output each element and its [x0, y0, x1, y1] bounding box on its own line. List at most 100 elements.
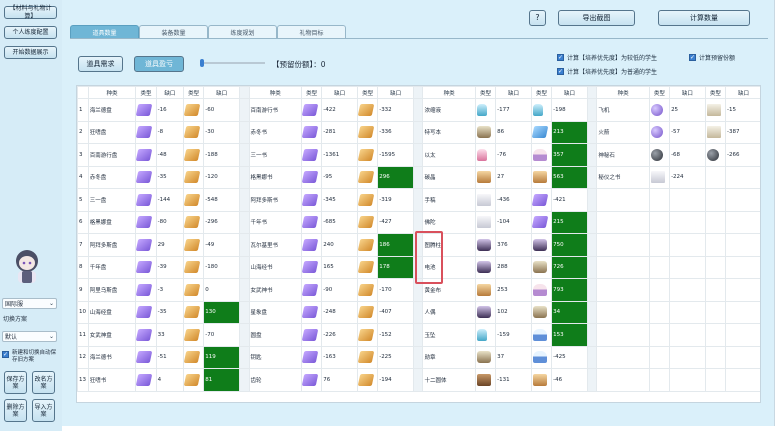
item-name: 以太 — [422, 143, 476, 167]
icon-cell — [135, 210, 157, 234]
item-name: 玉坠 — [422, 323, 476, 347]
material-small-icon — [476, 283, 491, 296]
data-display-button[interactable]: 开始数据展示 — [4, 46, 57, 59]
icon-cell — [474, 300, 497, 324]
icon-cell — [648, 120, 671, 144]
shortfall-value — [725, 210, 760, 234]
table-row[interactable]: 11 女武神盘 33 -70 圆盘 -226 -152 玉坠 -159 153 — [77, 323, 760, 347]
prop-demand-button[interactable]: 道具需求 — [78, 56, 123, 72]
material-gift-calc-button[interactable]: 【材料与礼物计算】 — [4, 5, 57, 20]
shortfall-value — [669, 345, 706, 369]
table-row[interactable]: 1 海兰德盘 -16 -60 百南游行书 -422 -332 浓缩液 -177 -198 飞机 25-… — [77, 98, 760, 122]
checkbox-checked-icon[interactable]: ✓ — [557, 68, 564, 75]
icon-cell — [648, 255, 671, 279]
table-row[interactable]: 2 狂嗜盘 -8 -30 赤冬书 -281 -336 特写本 86 213 火箭 -57 -387 — [77, 120, 760, 144]
tab-gift-target[interactable]: 礼物目标 — [277, 25, 346, 38]
icon-cell — [704, 143, 727, 167]
slider-handle[interactable] — [200, 59, 204, 67]
shortfall-value — [725, 165, 760, 189]
prop-surplus-button[interactable]: 道具盈亏 — [134, 56, 184, 72]
icon-cell — [356, 255, 379, 279]
table-row[interactable]: 10 山海经盘 -35 130 星象盘 -248 -407 人偶 102 34 — [77, 300, 760, 324]
calc-low-priority-option[interactable]: ✓ 计算【培养优先度】为较低的学生 — [557, 53, 657, 62]
book-gold-icon — [358, 261, 375, 274]
column-separator — [412, 300, 424, 324]
personal-config-button[interactable]: 个人练度配置 — [4, 26, 57, 39]
row-index: 13 — [77, 368, 89, 392]
shortfall-value: -80 — [155, 210, 185, 234]
item-name: 山海经盘 — [87, 300, 137, 324]
icon-cell — [135, 323, 157, 347]
table-row[interactable]: 12 海兰德书 -51 119 钥匙 -163 -225 勋章 37 -425 — [77, 345, 760, 369]
export-screenshot-button[interactable]: 导出截图 — [558, 10, 635, 26]
item-name: 十二圆体 — [422, 368, 476, 392]
table-row[interactable]: 3 百南游行盘 -48 -188 三一书 -1361 -1595 以太 -76 357 神秘石 -68… — [77, 143, 760, 167]
icon-cell — [704, 165, 727, 189]
checkbox-checked-icon[interactable]: ✓ — [2, 351, 9, 358]
auto-save-option[interactable]: ✓ 新建和切换自动保存旧方案 — [2, 350, 60, 364]
shortfall-value — [669, 210, 706, 234]
rename-plan-button[interactable]: 改名方案 — [32, 371, 55, 394]
book-purple-icon — [302, 328, 319, 341]
icon-cell — [704, 278, 727, 302]
book-purple-icon — [136, 238, 153, 251]
row-index: 3 — [77, 143, 89, 167]
column-separator — [412, 120, 424, 144]
checkbox-checked-icon[interactable]: ✓ — [689, 54, 696, 61]
column-header — [412, 86, 424, 99]
import-plan-button[interactable]: 导入方案 — [32, 399, 55, 422]
icon-cell — [135, 165, 157, 189]
shortfall-value: -225 — [377, 345, 414, 369]
item-name: 三一书 — [248, 143, 302, 167]
icon-cell — [183, 233, 205, 257]
material-small-icon — [476, 126, 491, 139]
table-row[interactable]: 5 三一盘 -144 -548 阿拜多斯书 -345 -319 手稿 -436 -421 — [77, 188, 760, 212]
column-separator — [239, 300, 250, 324]
column-separator — [586, 210, 598, 234]
item-name: 手稿 — [422, 188, 476, 212]
column-header: 类型 — [135, 86, 157, 99]
item-name: 勋章 — [422, 345, 476, 369]
calculate-button[interactable]: 计算数量 — [658, 10, 750, 26]
shortfall-value: 37 — [495, 345, 532, 369]
material-small-icon — [476, 193, 491, 206]
table-row[interactable]: 13 狂嗜书 4 81 齿轮 76 -194 十二圆体 -131 -46 — [77, 368, 760, 392]
tab-training-plan[interactable]: 练度规划 — [208, 25, 277, 38]
calc-reserve-option[interactable]: ✓ 计算预留份额 — [689, 53, 735, 62]
icon-cell — [530, 165, 553, 189]
book-purple-icon — [302, 103, 319, 116]
reserve-slider[interactable] — [200, 59, 265, 67]
server-select[interactable]: 国际服 ⌄ — [2, 298, 57, 309]
icon-cell — [183, 98, 205, 122]
shortfall-value: 215 — [551, 210, 588, 234]
plan-select[interactable]: 默认 ⌄ — [2, 331, 57, 342]
shortfall-value: -8 — [155, 120, 185, 144]
shortfall-value: 165 — [321, 255, 358, 279]
icon-cell — [648, 143, 671, 167]
save-plan-button[interactable]: 保存方案 — [4, 371, 27, 394]
shortfall-value: -1595 — [377, 143, 414, 167]
table-row[interactable]: 4 赤冬盘 -35 -120 格黑娜书 -95 296 碳晶 27 563 秘仪之书 -224 — [77, 165, 760, 189]
material-large-icon — [532, 283, 547, 296]
material-small-icon — [650, 103, 663, 116]
column-separator — [586, 255, 598, 279]
icon-cell — [648, 233, 671, 257]
column-header — [77, 86, 89, 99]
icon-cell — [183, 165, 205, 189]
checkbox-checked-icon[interactable]: ✓ — [557, 54, 564, 61]
row-index: 6 — [77, 210, 89, 234]
book-purple-icon — [136, 351, 153, 364]
tab-equipment[interactable]: 装备数量 — [139, 25, 208, 38]
icon-cell — [648, 300, 671, 324]
delete-plan-button[interactable]: 删除方案 — [4, 399, 27, 422]
item-name: 阿拜多斯书 — [248, 188, 302, 212]
help-button[interactable]: ? — [529, 10, 546, 26]
book-gold-icon — [184, 103, 201, 116]
tab-props[interactable]: 道具数量 — [70, 25, 139, 38]
book-gold-icon — [184, 328, 201, 341]
column-header: 缺口 — [155, 86, 185, 99]
column-separator — [586, 278, 598, 302]
switch-plan-label: 切换方案 — [3, 316, 28, 323]
calc-normal-priority-option[interactable]: ✓ 计算【培养优先度】为普通的学生 — [557, 67, 657, 76]
shortfall-value: -152 — [377, 323, 414, 347]
